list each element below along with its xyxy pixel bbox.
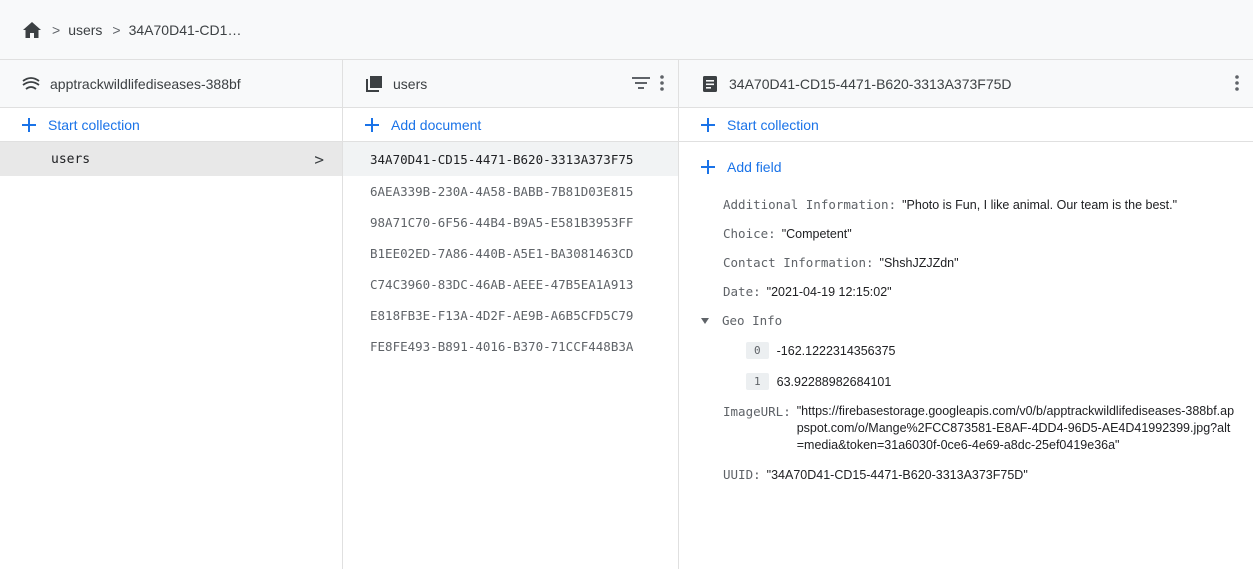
field-key: Date: xyxy=(723,284,761,299)
add-field-button[interactable]: Add field xyxy=(679,150,1253,184)
breadcrumb-item-document[interactable]: 34A70D41-CD1… xyxy=(129,22,242,38)
document-item[interactable]: E818FB3E-F13A-4D2F-AE9B-A6B5CFD5C79 xyxy=(343,300,678,331)
field-geo-info[interactable]: Geo Info xyxy=(679,306,1253,335)
collection-name: users xyxy=(51,151,91,167)
document-icon xyxy=(701,75,719,93)
field-value: "ShshJZJZdn" xyxy=(879,255,959,270)
plus-icon xyxy=(701,160,715,174)
root-panel-header: apptrackwildlifediseases-388bf xyxy=(0,60,342,108)
document-item[interactable]: C74C3960-83DC-46AB-AEEE-47B5EA1A913 xyxy=(343,269,678,300)
field-choice[interactable]: Choice: "Competent" xyxy=(679,219,1253,248)
add-field-label: Add field xyxy=(727,159,782,175)
document-panel: 34A70D41-CD15-4471-B620-3313A373F75D Sta… xyxy=(679,60,1253,569)
plus-icon xyxy=(701,117,715,132)
document-item[interactable]: FE8FE493-B891-4016-B370-71CCF448B3A xyxy=(343,331,678,362)
array-value: -162.1222314356375 xyxy=(776,343,896,358)
start-collection-button[interactable]: Start collection xyxy=(679,108,1253,142)
start-collection-label: Start collection xyxy=(727,116,819,133)
geo-info-item[interactable]: 0 -162.1222314356375 xyxy=(679,335,1253,366)
field-key: Choice: xyxy=(723,226,776,241)
field-contact-information[interactable]: Contact Information: "ShshJZJZdn" xyxy=(679,248,1253,277)
array-index: 1 xyxy=(746,373,769,390)
collection-item-users[interactable]: users > xyxy=(0,142,342,176)
array-index: 0 xyxy=(746,342,769,359)
field-key: Additional Information: xyxy=(723,197,897,212)
document-item[interactable]: B1EE02ED-7A86-440B-A5E1-BA3081463CD xyxy=(343,238,678,269)
document-item[interactable]: 98A71C70-6F56-44B4-B9A5-E581B3953FF xyxy=(343,207,678,238)
collection-title: users xyxy=(393,75,428,92)
plus-icon xyxy=(22,117,36,132)
add-document-button[interactable]: Add document xyxy=(343,108,678,142)
database-icon xyxy=(22,75,40,93)
field-image-url[interactable]: ImageURL: "https://firebasestorage.googl… xyxy=(679,403,1253,454)
document-title: 34A70D41-CD15-4471-B620-3313A373F75D xyxy=(729,75,1012,92)
plus-icon xyxy=(365,117,379,132)
field-uuid[interactable]: UUID: "34A70D41-CD15-4471-B620-3313A373F… xyxy=(679,460,1253,489)
field-key: Contact Information: xyxy=(723,255,874,270)
chevron-right-icon: > xyxy=(52,21,61,38)
start-collection-button[interactable]: Start collection xyxy=(0,108,342,142)
field-key: Geo Info xyxy=(722,313,783,328)
start-collection-label: Start collection xyxy=(48,116,140,133)
root-panel: apptrackwildlifediseases-388bf Start col… xyxy=(0,60,343,569)
home-icon[interactable] xyxy=(22,20,42,40)
add-document-label: Add document xyxy=(391,116,482,133)
field-additional-information[interactable]: Additional Information: "Photo is Fun, I… xyxy=(679,190,1253,219)
field-key: ImageURL: xyxy=(723,404,791,419)
document-list: 34A70D41-CD15-4471-B620-3313A373F75 6AEA… xyxy=(343,142,678,362)
breadcrumb-item-users[interactable]: users xyxy=(68,22,102,38)
breadcrumb: > users > 34A70D41-CD1… xyxy=(0,0,1253,60)
collection-panel: users Add document 34A70D41-CD15-4471-B6… xyxy=(343,60,679,569)
field-value: "Competent" xyxy=(781,226,852,241)
document-item[interactable]: 34A70D41-CD15-4471-B620-3313A373F75 xyxy=(343,142,678,176)
filter-icon[interactable] xyxy=(632,76,650,92)
field-date[interactable]: Date: "2021-04-19 12:15:02" xyxy=(679,277,1253,306)
geo-info-item[interactable]: 1 63.92288982684101 xyxy=(679,366,1253,397)
document-item[interactable]: 6AEA339B-230A-4A58-BABB-7B81D03E815 xyxy=(343,176,678,207)
more-vert-icon[interactable] xyxy=(1235,74,1239,94)
field-value: "Photo is Fun, I like animal. Our team i… xyxy=(902,197,1178,212)
array-value: 63.92288982684101 xyxy=(776,374,892,389)
field-value: "2021-04-19 12:15:02" xyxy=(766,284,892,299)
chevron-right-icon: > xyxy=(112,21,121,38)
expand-arrow-icon[interactable] xyxy=(701,317,709,324)
chevron-right-icon: > xyxy=(314,149,324,169)
collection-panel-header: users xyxy=(343,60,678,108)
more-vert-icon[interactable] xyxy=(660,74,664,94)
field-value: "34A70D41-CD15-4471-B620-3313A373F75D" xyxy=(766,467,1028,482)
field-value: "https://firebasestorage.googleapis.com/… xyxy=(796,404,1235,452)
collection-icon xyxy=(365,75,383,93)
document-panel-header: 34A70D41-CD15-4471-B620-3313A373F75D xyxy=(679,60,1253,108)
field-key: UUID: xyxy=(723,467,761,482)
project-name: apptrackwildlifediseases-388bf xyxy=(50,75,241,92)
